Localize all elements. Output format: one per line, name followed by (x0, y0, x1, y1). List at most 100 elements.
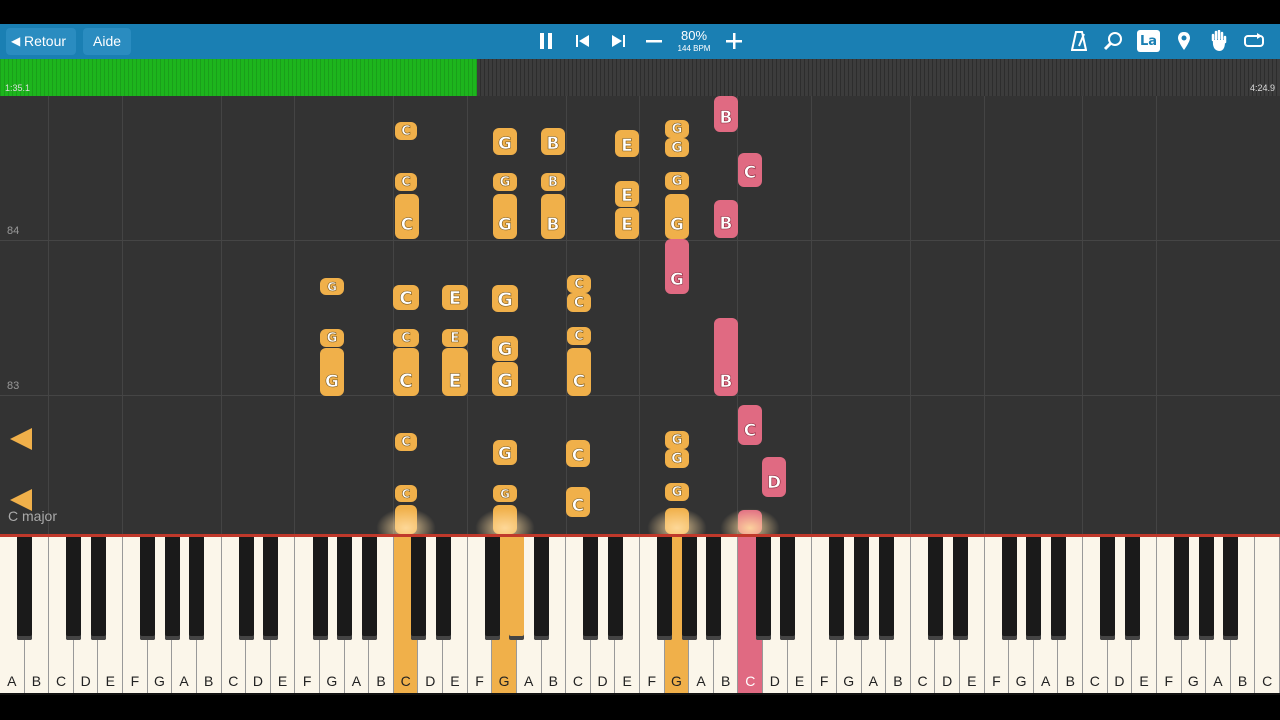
metronome-icon[interactable] (1068, 30, 1090, 52)
grid-vline (910, 96, 911, 534)
black-key[interactable] (312, 537, 328, 640)
note-label: G (671, 433, 683, 449)
note-label: G (670, 215, 685, 236)
black-key[interactable] (263, 537, 279, 640)
black-key[interactable] (755, 537, 771, 640)
progress-fill (0, 59, 478, 96)
note-g: G (665, 431, 689, 449)
black-key[interactable] (361, 537, 377, 640)
loop-icon[interactable] (1242, 31, 1266, 51)
black-key[interactable] (66, 537, 82, 640)
note-label: C (401, 487, 411, 502)
note-label: G (671, 451, 683, 468)
note-g: G (493, 485, 517, 502)
chevron-left-icon: ◀ (11, 34, 21, 48)
left-arrow-icon[interactable] (10, 428, 32, 450)
black-key[interactable] (780, 537, 796, 640)
black-key[interactable] (410, 537, 426, 640)
note-e: E (442, 329, 468, 347)
black-key[interactable] (583, 537, 599, 640)
minus-icon[interactable] (644, 31, 664, 51)
black-key[interactable] (829, 537, 845, 640)
search-icon[interactable] (1102, 30, 1124, 52)
black-key[interactable] (484, 537, 500, 640)
grid-vline (48, 96, 49, 534)
black-key[interactable] (854, 537, 870, 640)
note-c: C (738, 405, 762, 445)
black-key[interactable] (657, 537, 673, 640)
current-time: 1:35.1 (5, 83, 31, 93)
black-key[interactable] (90, 537, 106, 640)
note-c: C (395, 194, 419, 239)
note-label: G (671, 485, 683, 501)
note-c: C (567, 275, 591, 293)
plus-icon[interactable] (724, 31, 744, 51)
black-key[interactable] (1174, 537, 1190, 640)
note-names-icon[interactable]: La (1137, 30, 1160, 52)
grid-hline (0, 240, 1280, 241)
note-e: E (442, 285, 468, 310)
black-key[interactable] (1100, 537, 1116, 640)
note-label: C (399, 288, 413, 310)
note-label: B (719, 214, 733, 235)
black-key[interactable] (1001, 537, 1017, 640)
note-label: G (497, 339, 513, 361)
black-key[interactable] (952, 537, 968, 640)
black-key[interactable] (435, 537, 451, 640)
black-key[interactable] (17, 537, 33, 640)
black-key[interactable] (164, 537, 180, 640)
black-key[interactable] (706, 537, 722, 640)
note-g: G (665, 120, 689, 138)
note-label: G (499, 175, 511, 191)
note-label: E (621, 215, 633, 236)
white-key-c[interactable]: C (1255, 537, 1280, 693)
hand-icon[interactable] (1208, 29, 1230, 53)
note-label: C (400, 215, 414, 236)
help-button[interactable]: Aide (83, 28, 132, 55)
black-key[interactable] (607, 537, 623, 640)
black-key[interactable] (238, 537, 254, 640)
note-c: C (395, 122, 417, 140)
black-key[interactable] (1050, 537, 1066, 640)
black-key[interactable] (1124, 537, 1140, 640)
piano-roll[interactable]: 84 83 BCGBEGGCCGBEGCGBEGBGGCEGCCGCEGCGCE… (0, 96, 1280, 534)
black-key[interactable] (878, 537, 894, 640)
note-g: G (493, 173, 517, 191)
black-key[interactable] (1026, 537, 1042, 640)
note-label: C (401, 435, 411, 451)
black-key[interactable] (681, 537, 697, 640)
previous-icon[interactable] (573, 31, 593, 51)
pause-icon[interactable] (536, 31, 556, 51)
tempo-percent: 80% (680, 28, 708, 43)
note-c: C (395, 485, 417, 502)
note-b: B (714, 200, 738, 238)
black-key[interactable] (927, 537, 943, 640)
note-b: B (541, 128, 565, 155)
black-key[interactable] (509, 537, 525, 640)
black-key[interactable] (1223, 537, 1239, 640)
note-label: C (401, 175, 411, 191)
location-pin-icon[interactable] (1174, 30, 1194, 52)
black-key[interactable] (1198, 537, 1214, 640)
note-d: D (762, 457, 786, 497)
black-key[interactable] (534, 537, 550, 640)
hit-glow (376, 508, 436, 534)
note-label: B (546, 134, 560, 155)
grid-vline (1082, 96, 1083, 534)
black-key[interactable] (189, 537, 205, 640)
black-key[interactable] (337, 537, 353, 640)
note-label: E (448, 370, 462, 393)
note-g: G (493, 128, 517, 155)
note-b: B (541, 194, 565, 239)
grid-hline (0, 395, 1280, 396)
black-key[interactable] (140, 537, 156, 640)
progress-bar[interactable] (0, 59, 1280, 96)
note-label: C (571, 496, 585, 517)
next-icon[interactable] (608, 31, 628, 51)
note-label: C (571, 446, 585, 467)
back-button[interactable]: ◀ Retour (6, 28, 77, 55)
note-label: E (448, 288, 462, 310)
piano-keyboard[interactable]: ABCDEFGABCDEFGABCDEFGABCDEFGABCDEFGABCDE… (0, 537, 1280, 695)
hit-glow (720, 508, 780, 534)
grid-vline (639, 96, 640, 534)
